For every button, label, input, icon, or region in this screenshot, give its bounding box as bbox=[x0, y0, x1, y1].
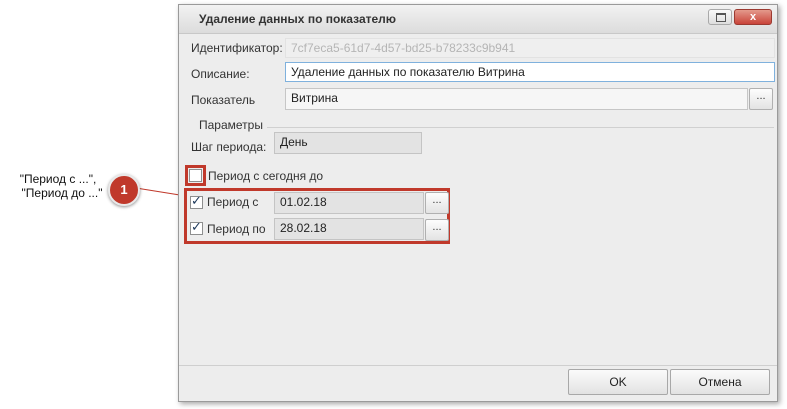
period-from-field[interactable]: 01.02.18 bbox=[274, 192, 424, 214]
ok-button[interactable]: OK bbox=[568, 369, 668, 395]
cancel-button[interactable]: Отмена bbox=[670, 369, 770, 395]
description-label: Описание: bbox=[191, 67, 250, 81]
window-title: Удаление данных по показателю bbox=[199, 12, 397, 26]
indicator-field[interactable]: Витрина bbox=[285, 88, 748, 110]
footer-divider bbox=[179, 365, 777, 366]
period-to-label: Период по bbox=[207, 222, 266, 236]
params-group-divider bbox=[267, 127, 774, 128]
callout-badge: 1 bbox=[108, 174, 140, 206]
step-label: Шаг периода: bbox=[191, 140, 267, 154]
indicator-label: Показатель bbox=[191, 93, 256, 107]
close-button[interactable]: x bbox=[734, 9, 772, 25]
id-label: Идентификатор: bbox=[191, 41, 283, 55]
today-label: Период с сегодня до bbox=[208, 169, 324, 183]
step-field: День bbox=[274, 132, 422, 154]
title-bar: Удаление данных по показателю x bbox=[179, 5, 777, 34]
period-from-label: Период с bbox=[207, 195, 259, 209]
period-from-browse-button[interactable]: ... bbox=[425, 192, 449, 214]
today-checkbox[interactable] bbox=[189, 169, 202, 182]
params-group-label: Параметры bbox=[199, 118, 263, 132]
period-from-checkbox[interactable] bbox=[190, 194, 203, 209]
id-field: 7cf7eca5-61d7-4d57-bd25-b78233c9b941 bbox=[285, 38, 775, 58]
dialog-window: Удаление данных по показателю x Идентифи… bbox=[178, 4, 778, 402]
period-to-field[interactable]: 28.02.18 bbox=[274, 218, 424, 240]
description-input[interactable]: Удаление данных по показателю Витрина bbox=[285, 62, 775, 82]
period-to-checkbox[interactable] bbox=[190, 220, 203, 235]
maximize-button[interactable] bbox=[708, 9, 732, 25]
period-to-browse-button[interactable]: ... bbox=[425, 219, 449, 241]
indicator-browse-button[interactable]: ... bbox=[749, 88, 773, 110]
